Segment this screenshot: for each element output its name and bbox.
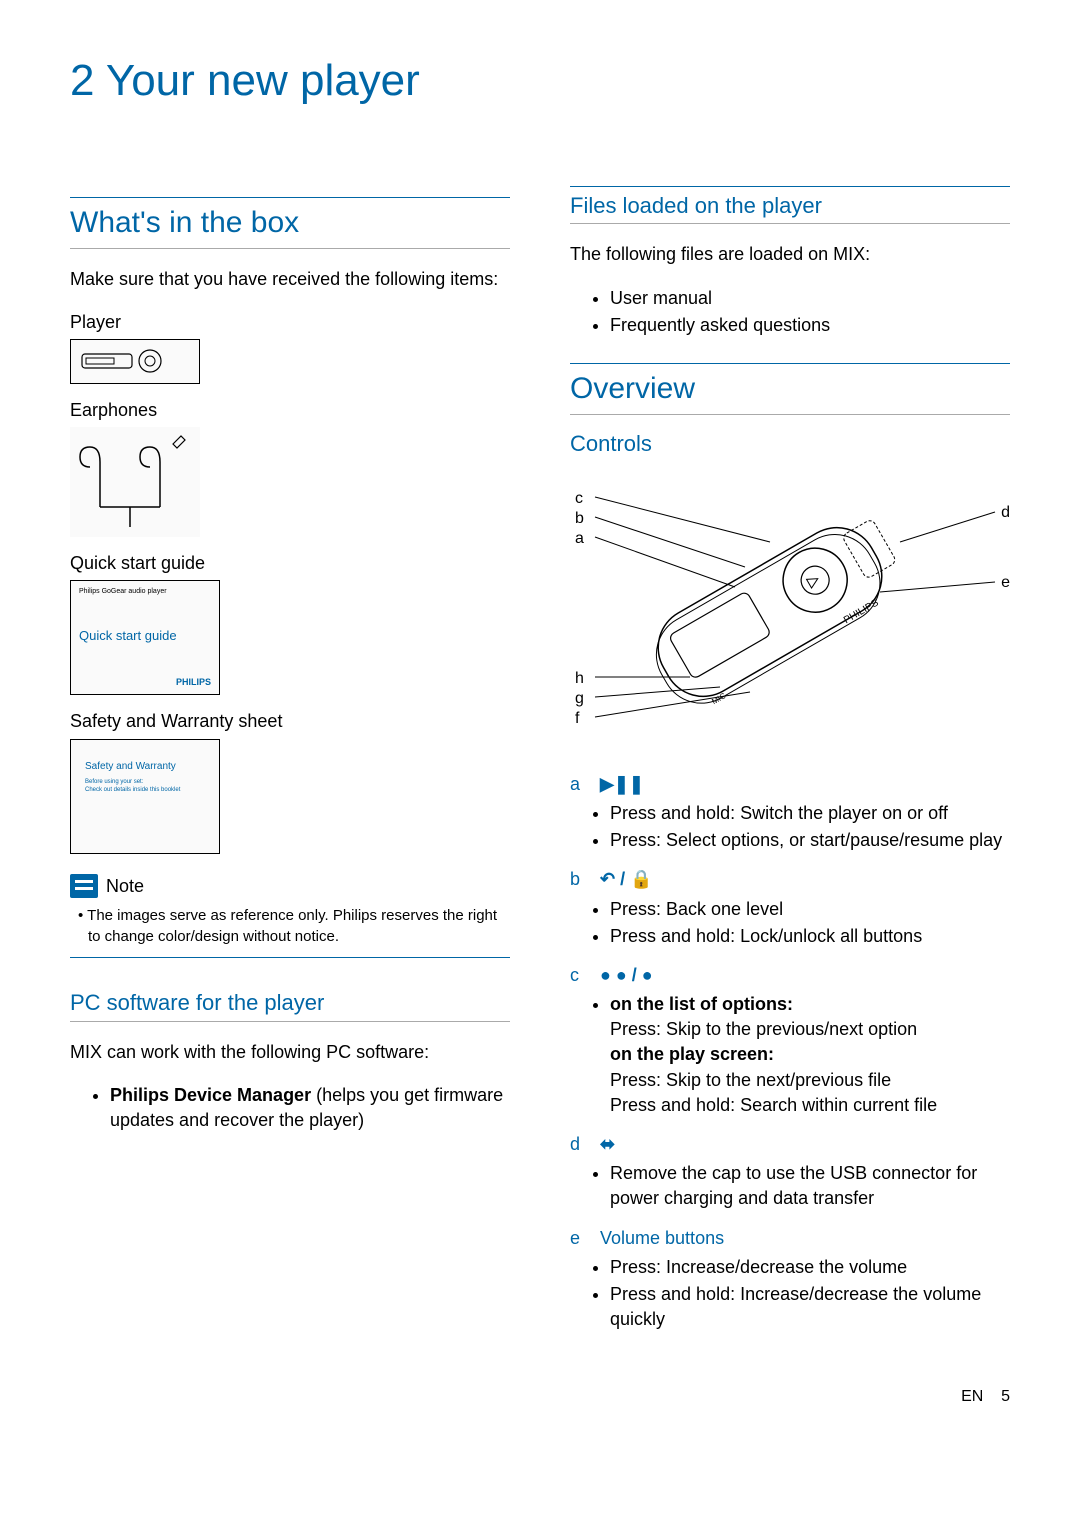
diag-f: f: [575, 708, 579, 730]
play-pause-icon: ▶❚❚: [600, 772, 644, 797]
files-item: Frequently asked questions: [610, 313, 1010, 338]
page-footer: EN 5: [70, 1386, 1010, 1408]
qsg-image: Philips GoGear audio player Quick start …: [70, 580, 220, 695]
player-image: [70, 339, 200, 384]
player-label: Player: [70, 310, 510, 335]
ctrl-letter: b: [570, 867, 600, 892]
controls-diagram: PHILIPS MIC c b a d e h g f: [570, 472, 1010, 752]
earphones-image: [70, 427, 200, 537]
safety-inner-title: Safety and Warranty: [85, 760, 176, 774]
pc-software-bold: Philips Device Manager: [110, 1085, 311, 1105]
back-lock-icon: ↶ / 🔒: [600, 867, 653, 892]
ctrl-letter: c: [570, 963, 600, 988]
control-a: a ▶❚❚ Press and hold: Switch the player …: [570, 772, 1010, 854]
note-icon: [70, 874, 98, 898]
ctrl-bullet: Press: Increase/decrease the volume: [610, 1255, 1010, 1280]
footer-page: 5: [1001, 1388, 1010, 1405]
earphones-label: Earphones: [70, 398, 510, 423]
control-c: c ● ● / ● on the list of options: Press:…: [570, 963, 1010, 1118]
files-loaded-heading: Files loaded on the player: [570, 186, 1010, 225]
safety-label: Safety and Warranty sheet: [70, 709, 510, 734]
qsg-brand: PHILIPS: [176, 676, 211, 689]
qsg-inner-title: Quick start guide: [79, 627, 177, 645]
diag-d: d: [1001, 502, 1010, 524]
ctrl-letter: d: [570, 1132, 600, 1157]
controls-heading: Controls: [570, 429, 1010, 462]
ctrl-bullet: Remove the cap to use the USB connector …: [610, 1161, 1010, 1211]
ctrl-sub: on the list of options: Press: Skip to t…: [610, 992, 1010, 1118]
safety-inner-text: Before using your set: Check out details…: [85, 778, 180, 795]
footer-lang: EN: [961, 1388, 983, 1405]
right-column: Files loaded on the player The following…: [570, 172, 1010, 1347]
chapter-title: 2 Your new player: [70, 50, 1010, 112]
qsg-label: Quick start guide: [70, 551, 510, 576]
safety-image: Safety and Warranty Before using your se…: [70, 739, 220, 854]
ctrl-sub-text: Press: Skip to the previous/next option: [610, 1019, 917, 1039]
whats-in-box-heading: What's in the box: [70, 197, 510, 249]
control-d: d ⬌ Remove the cap to use the USB connec…: [570, 1132, 1010, 1212]
left-column: What's in the box Make sure that you hav…: [70, 172, 510, 1347]
volume-label: Volume buttons: [600, 1226, 724, 1251]
ctrl-bullet: Press and hold: Increase/decrease the vo…: [610, 1282, 1010, 1332]
control-e: e Volume buttons Press: Increase/decreas…: [570, 1226, 1010, 1333]
files-item: User manual: [610, 286, 1010, 311]
control-b: b ↶ / 🔒 Press: Back one level Press and …: [570, 867, 1010, 949]
diag-a: a: [575, 528, 584, 550]
ctrl-letter: a: [570, 772, 600, 797]
ctrl-sub-bold: on the list of options:: [610, 994, 793, 1014]
ctrl-letter: e: [570, 1226, 600, 1251]
note-label: Note: [106, 874, 144, 899]
usb-icon: ⬌: [600, 1132, 615, 1157]
note-text: The images serve as reference only. Phil…: [70, 905, 510, 947]
ctrl-bullet: Press: Select options, or start/pause/re…: [610, 828, 1010, 853]
overview-heading: Overview: [570, 363, 1010, 415]
ctrl-bullet: Press and hold: Lock/unlock all buttons: [610, 924, 1010, 949]
ctrl-bullet: Press and hold: Switch the player on or …: [610, 801, 1010, 826]
ctrl-bullet: Press: Back one level: [610, 897, 1010, 922]
whats-in-box-intro: Make sure that you have received the fol…: [70, 267, 510, 292]
ctrl-sub-bold: on the play screen:: [610, 1044, 774, 1064]
files-loaded-intro: The following files are loaded on MIX:: [570, 242, 1010, 267]
qsg-inner-top: Philips GoGear audio player: [79, 587, 167, 597]
two-column-layout: What's in the box Make sure that you hav…: [70, 172, 1010, 1347]
diag-e: e: [1001, 572, 1010, 594]
pc-software-heading: PC software for the player: [70, 988, 510, 1022]
pc-software-intro: MIX can work with the following PC softw…: [70, 1040, 510, 1065]
skip-icon: ● ● / ●: [600, 963, 653, 988]
ctrl-sub-text: Press: Skip to the next/previous file Pr…: [610, 1070, 937, 1115]
note-box: Note The images serve as reference only.…: [70, 874, 510, 958]
pc-software-bullet: Philips Device Manager (helps you get fi…: [110, 1083, 510, 1133]
